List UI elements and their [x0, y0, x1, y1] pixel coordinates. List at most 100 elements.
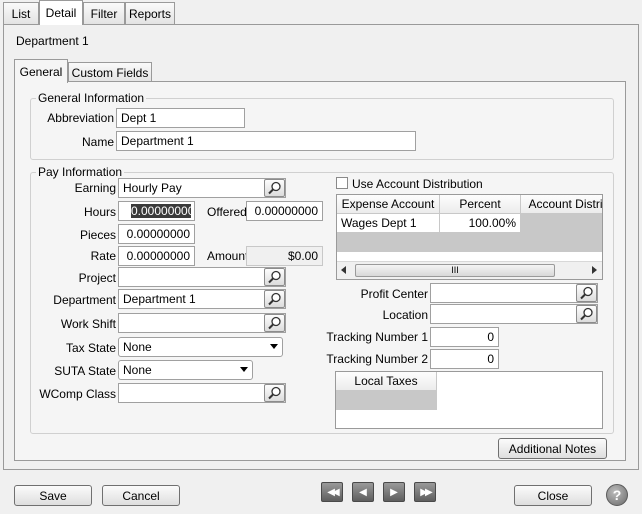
help-button[interactable]: ? [606, 484, 628, 506]
magnifier-icon [580, 286, 593, 300]
offered-label: Offered [207, 205, 247, 219]
new-row-cell[interactable] [337, 233, 440, 252]
tax-state-select[interactable]: None [118, 337, 283, 357]
tracking-number-2-field[interactable]: 0 [430, 349, 499, 369]
previous-record-icon: ◀ [359, 486, 367, 498]
additional-notes-label: Additional Notes [508, 441, 597, 456]
account-distribution-column-header[interactable]: Account Distri [521, 195, 602, 214]
department-label: Department [53, 293, 116, 307]
next-record-button[interactable]: ▶ [383, 482, 405, 502]
tab-custom-fields[interactable]: Custom Fields [68, 62, 152, 82]
wcomp-class-label: WComp Class [39, 387, 116, 401]
chevron-down-icon [240, 367, 248, 372]
hours-selected-value: 0.00000000 [131, 204, 195, 218]
work-shift-label: Work Shift [60, 317, 116, 331]
earning-label: Earning [74, 181, 116, 195]
record-title: Department 1 [16, 34, 89, 48]
table-cell-percent[interactable]: 100.00% [440, 214, 521, 233]
close-button[interactable]: Close [514, 485, 592, 506]
pay-information-title: Pay Information [36, 165, 125, 179]
location-lookup-button[interactable] [576, 305, 597, 323]
magnifier-icon [268, 292, 281, 306]
tab-reports[interactable]: Reports [125, 2, 175, 24]
new-row-cell[interactable] [521, 233, 602, 252]
magnifier-icon [268, 316, 281, 330]
offered-field[interactable]: 0.00000000 [246, 201, 323, 221]
use-account-distribution-label: Use Account Distribution [352, 177, 483, 191]
save-button[interactable]: Save [14, 485, 92, 506]
tab-detail-label: Detail [45, 6, 77, 20]
tab-reports-label: Reports [128, 6, 172, 21]
tracking-number-2-label: Tracking Number 2 [326, 352, 428, 366]
department-lookup-button[interactable] [264, 290, 285, 308]
previous-record-button[interactable]: ◀ [352, 482, 374, 502]
tab-custom-fields-label: Custom Fields [71, 65, 149, 80]
use-account-distribution-checkbox[interactable] [336, 177, 348, 189]
profit-center-lookup-button[interactable] [576, 284, 597, 302]
cancel-label: Cancel [122, 488, 160, 503]
general-information-title: General Information [36, 91, 147, 105]
project-field[interactable] [118, 267, 286, 287]
save-label: Save [39, 488, 67, 503]
amount-label: Amount [207, 249, 249, 263]
earning-lookup-button[interactable] [264, 179, 285, 197]
expense-account-column-header[interactable]: Expense Account [337, 195, 440, 214]
percent-column-header[interactable]: Percent [440, 195, 521, 214]
scroll-left-icon[interactable] [341, 266, 346, 274]
name-field[interactable]: Department 1 [116, 131, 416, 151]
account-distribution-grid[interactable]: Expense Account Percent Account Distri W… [336, 194, 603, 280]
new-row-cell[interactable] [440, 233, 521, 252]
tab-general[interactable]: General [14, 59, 68, 83]
tab-list-label: List [11, 6, 31, 21]
close-label: Close [537, 488, 569, 503]
new-row-cell[interactable] [336, 391, 437, 410]
location-label: Location [382, 308, 428, 322]
profit-center-field[interactable] [430, 283, 598, 303]
local-taxes-column-header[interactable]: Local Taxes [336, 372, 437, 391]
magnifier-icon [580, 307, 593, 321]
tracking-number-1-label: Tracking Number 1 [326, 330, 428, 344]
wcomp-class-field[interactable] [118, 383, 286, 403]
tax-state-value: None [123, 340, 152, 354]
magnifier-icon [268, 181, 281, 195]
first-record-button[interactable]: ◀◀ [321, 482, 343, 502]
hours-field[interactable]: 0.00000000 [118, 201, 195, 221]
amount-field: $0.00 [246, 246, 323, 266]
rate-field[interactable]: 0.00000000 [118, 246, 195, 266]
table-cell-expense-account[interactable]: Wages Dept 1 [337, 214, 440, 233]
wcomp-class-lookup-button[interactable] [264, 384, 285, 402]
chevron-down-icon [270, 344, 278, 349]
cancel-button[interactable]: Cancel [102, 485, 180, 506]
pieces-label: Pieces [79, 228, 116, 242]
location-field[interactable] [430, 304, 598, 324]
help-icon: ? [612, 487, 622, 503]
local-taxes-grid[interactable]: Local Taxes [335, 371, 603, 429]
last-record-icon: ▶▶ [420, 486, 433, 498]
scroll-right-icon[interactable] [592, 266, 597, 274]
department-field[interactable]: Department 1 [118, 289, 286, 309]
name-label: Name [81, 135, 114, 149]
work-shift-lookup-button[interactable] [264, 314, 285, 332]
abbreviation-field[interactable]: Dept 1 [116, 108, 245, 128]
scrollbar-thumb[interactable]: III [355, 264, 555, 277]
tab-list[interactable]: List [3, 2, 39, 24]
scrollbar-grip: III [451, 265, 459, 275]
earning-field[interactable]: Hourly Pay [118, 178, 286, 198]
table-cell-account-distribution[interactable] [521, 214, 602, 233]
rate-label: Rate [90, 249, 116, 263]
project-lookup-button[interactable] [264, 268, 285, 286]
additional-notes-button[interactable]: Additional Notes [498, 438, 607, 459]
horizontal-scrollbar[interactable]: III [337, 261, 602, 279]
suta-state-select[interactable]: None [118, 360, 253, 380]
next-record-icon: ▶ [390, 486, 398, 498]
magnifier-icon [268, 386, 281, 400]
tab-filter-label: Filter [90, 6, 118, 21]
tab-detail[interactable]: Detail [39, 0, 83, 25]
project-label: Project [78, 271, 116, 285]
work-shift-field[interactable] [118, 313, 286, 333]
last-record-button[interactable]: ▶▶ [414, 482, 436, 502]
tab-filter[interactable]: Filter [83, 2, 125, 24]
pieces-field[interactable]: 0.00000000 [118, 224, 195, 244]
abbreviation-label: Abbreviation [47, 111, 114, 125]
tracking-number-1-field[interactable]: 0 [430, 327, 499, 347]
